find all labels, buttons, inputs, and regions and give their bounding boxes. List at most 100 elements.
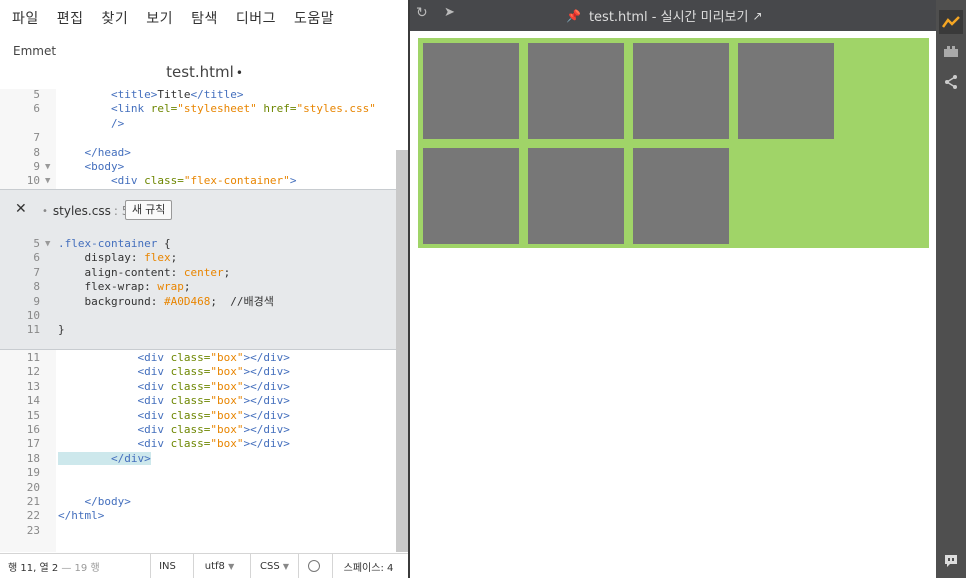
- code-text: }: [58, 323, 65, 337]
- code-token: ;: [223, 265, 231, 279]
- line-number: 9: [33, 294, 40, 308]
- code-token: class=: [144, 174, 184, 188]
- menu-edit[interactable]: 편집: [57, 8, 84, 28]
- close-icon[interactable]: ✕: [15, 201, 27, 217]
- code-token: </head>: [58, 145, 131, 159]
- code-line[interactable]: 10: [0, 309, 396, 323]
- code-token: <div: [58, 437, 171, 451]
- code-line[interactable]: 5 <title>Title</title>: [0, 89, 396, 102]
- code-token: />: [58, 116, 125, 130]
- inline-code[interactable]: 5 ▼ .flex-container {6 display: flex; 7 ali…: [0, 237, 396, 338]
- menu-help[interactable]: 도움말: [294, 8, 334, 28]
- line-number: 6: [33, 251, 40, 265]
- code-line[interactable]: 10 ▼ <div class="flex-container">: [0, 174, 396, 188]
- code-token: flex-wrap:: [58, 280, 158, 294]
- line-number: 15: [26, 408, 40, 422]
- menu-debug[interactable]: 디버그: [236, 8, 276, 28]
- code-token: class=: [170, 379, 211, 393]
- code-line[interactable]: 8 </head>: [0, 146, 396, 160]
- code-text: <div class="box"></div>: [58, 408, 289, 423]
- share-icon[interactable]: [939, 70, 963, 94]
- code-line[interactable]: 22 </html>: [0, 509, 396, 523]
- code-editor-bottom[interactable]: 11 <div class="box"></div> 12 <div class=…: [0, 350, 396, 552]
- language-select[interactable]: CSS ▼: [250, 554, 298, 578]
- line-number: 19: [26, 466, 40, 480]
- pin-icon[interactable]: 📌: [566, 9, 581, 23]
- extensions-icon[interactable]: [939, 40, 963, 64]
- line-number: 11: [26, 323, 40, 337]
- code-line[interactable]: 15 <div class="box"></div>: [0, 409, 396, 423]
- code-line[interactable]: 14 <div class="box"></div>: [0, 394, 396, 408]
- code-token: wrap: [157, 280, 184, 294]
- encoding-select[interactable]: utf8 ▼: [193, 554, 245, 578]
- menu-file[interactable]: 파일: [12, 8, 39, 28]
- ins-mode[interactable]: INS: [150, 554, 184, 578]
- code-line[interactable]: 6 <link rel="stylesheet" href="styles.cs…: [0, 102, 396, 116]
- fold-arrow-icon[interactable]: ▼: [45, 174, 50, 188]
- feedback-icon[interactable]: [939, 549, 963, 573]
- line-number: 21: [26, 494, 40, 508]
- code-line[interactable]: 23: [0, 524, 396, 538]
- code-token: Title: [157, 89, 191, 101]
- code-token: </div>: [58, 451, 151, 465]
- inline-editor-header: • styles.css : 5: [42, 204, 129, 218]
- code-line[interactable]: 9 background: #A0D468; //배경색: [0, 295, 396, 309]
- navigate-icon[interactable]: ➤: [444, 5, 455, 20]
- code-line[interactable]: 17 <div class="box"></div>: [0, 437, 396, 451]
- code-token: class=: [170, 422, 211, 436]
- code-text: flex-wrap: wrap;: [58, 280, 190, 294]
- fold-arrow-icon[interactable]: ▼: [45, 160, 50, 174]
- linter-status[interactable]: [298, 554, 328, 578]
- live-preview-pane: ↻ ➤ 📌 test.html - 실시간 미리보기 ↗: [410, 0, 936, 578]
- new-rule-button[interactable]: 새 규칙: [125, 200, 173, 220]
- preview-box: [633, 148, 729, 244]
- code-token: display:: [58, 251, 145, 265]
- code-line[interactable]: 18 </div>: [0, 451, 396, 466]
- inline-file-name[interactable]: styles.css: [53, 204, 111, 218]
- code-line[interactable]: 16 <div class="box"></div>: [0, 423, 396, 437]
- code-line[interactable]: />: [0, 117, 396, 131]
- line-number: 17: [26, 437, 40, 451]
- code-text: <div class="flex-container">: [58, 174, 296, 188]
- dirty-indicator: •: [235, 66, 243, 80]
- menu-find[interactable]: 찾기: [102, 8, 129, 28]
- cursor-position-text: 행 11, 열 2: [8, 563, 59, 574]
- cursor-position: 행 11, 열 2 — 19 행: [8, 559, 100, 574]
- code-line[interactable]: 13 <div class="box"></div>: [0, 380, 396, 394]
- code-line[interactable]: 5 ▼ .flex-container {: [0, 237, 396, 251]
- live-preview-icon[interactable]: [939, 10, 963, 34]
- code-line[interactable]: 11}: [0, 323, 396, 337]
- line-number: 10: [26, 308, 40, 322]
- code-line[interactable]: 19: [0, 466, 396, 480]
- code-token: background:: [58, 294, 164, 308]
- code-line[interactable]: 7: [0, 131, 396, 145]
- file-title: test.html •: [0, 63, 409, 81]
- code-token: </title>: [190, 89, 244, 101]
- code-line[interactable]: 8 flex-wrap: wrap;: [0, 280, 396, 294]
- menu-view[interactable]: 보기: [146, 8, 173, 28]
- reload-icon[interactable]: ↻: [416, 5, 428, 21]
- code-line[interactable]: 6 display: flex;: [0, 251, 396, 265]
- preview-title-bar: ↻ ➤ 📌 test.html - 실시간 미리보기 ↗: [410, 0, 936, 31]
- line-number: 16: [26, 422, 40, 436]
- code-line[interactable]: 20: [0, 481, 396, 495]
- code-line[interactable]: 11 <div class="box"></div>: [0, 351, 396, 365]
- external-link-icon[interactable]: ↗: [752, 9, 762, 23]
- code-line[interactable]: 9 ▼ <body>: [0, 160, 396, 174]
- indent-setting[interactable]: 스페이스: 4: [332, 554, 404, 578]
- code-line[interactable]: 21 </body>: [0, 495, 396, 509]
- code-line[interactable]: 7 align-content: center;: [0, 266, 396, 280]
- menu-navigate[interactable]: 탐색: [191, 8, 218, 28]
- emmet-menu[interactable]: Emmet: [13, 44, 56, 58]
- code-token: "box": [210, 379, 244, 393]
- code-token: "box": [210, 408, 244, 422]
- fold-arrow-icon[interactable]: ▼: [45, 237, 50, 251]
- code-text: <div class="box"></div>: [58, 365, 289, 379]
- code-token: <div: [58, 422, 171, 436]
- code-editor-top[interactable]: 5 <title>Title</title> 6 <link rel="style…: [0, 89, 396, 189]
- line-number: 11: [26, 351, 40, 364]
- code-token: "box": [210, 437, 244, 451]
- line-number: 9: [33, 159, 40, 173]
- code-token: ></div>: [243, 379, 290, 393]
- code-line[interactable]: 12 <div class="box"></div>: [0, 365, 396, 379]
